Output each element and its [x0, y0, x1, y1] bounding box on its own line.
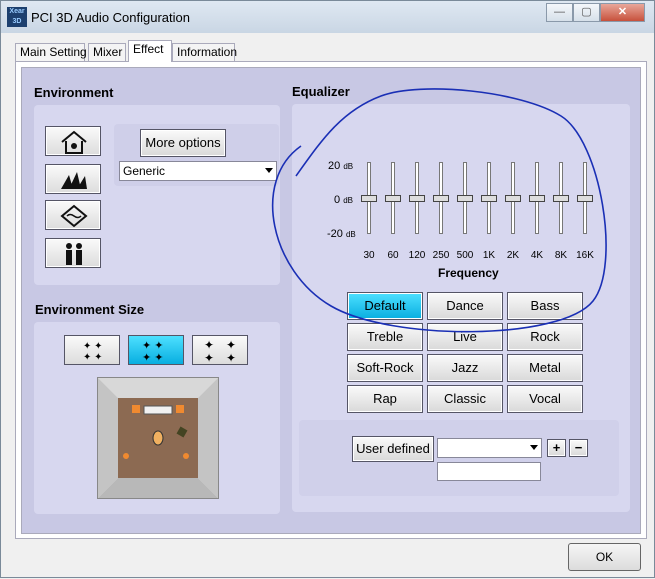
eq-slider-250[interactable] [432, 162, 450, 234]
user-defined-box [299, 420, 619, 496]
db-label-mid: 0 dB [334, 194, 353, 206]
eq-preset-soft-rock-button[interactable]: Soft-Rock [347, 354, 423, 382]
eq-frequency-1K: 1K [482, 250, 496, 261]
eq-slider-1K[interactable] [480, 162, 498, 234]
people-icon [66, 243, 82, 265]
environment-title: Environment [34, 85, 114, 100]
frequency-label: Frequency [438, 266, 499, 280]
eq-slider-thumb[interactable] [553, 195, 569, 202]
svg-text:✦ ✦: ✦ ✦ [142, 340, 164, 352]
user-defined-select[interactable] [437, 438, 542, 458]
environment-people-button[interactable] [45, 238, 101, 268]
environment-underwater-button[interactable] [45, 200, 101, 230]
environment-theater-button[interactable] [45, 164, 101, 194]
chevron-down-icon [530, 445, 538, 450]
size-large-icon: ✦ ✦✦ ✦ [204, 338, 236, 365]
svg-text:✦ ✦: ✦ ✦ [204, 338, 236, 352]
eq-preset-rock-button[interactable]: Rock [507, 323, 583, 351]
eq-slider-thumb[interactable] [481, 195, 497, 202]
eq-frequency-60: 60 [387, 250, 399, 261]
eq-frequency-250: 250 [432, 250, 450, 261]
water-wave-icon [60, 204, 88, 228]
environment-preset-value: Generic [123, 164, 166, 178]
remove-preset-button[interactable]: − [569, 439, 588, 457]
size-medium-icon: ✦ ✦✦ ✦ [142, 340, 164, 364]
tab-information[interactable]: Information [172, 43, 237, 62]
eq-preset-rap-button[interactable]: Rap [347, 385, 423, 413]
add-preset-button[interactable]: + [547, 439, 566, 457]
size-small-icon: ✦ ✦✦ ✦ [83, 341, 103, 363]
tab-effect[interactable]: Effect [128, 40, 172, 62]
title-bar: Xear 3D PCI 3D Audio Configuration — ▢ ✕ [1, 1, 654, 33]
eq-preset-vocal-button[interactable]: Vocal [507, 385, 583, 413]
eq-slider-4K[interactable] [528, 162, 546, 234]
maximize-button[interactable]: ▢ [573, 3, 600, 22]
window: Xear 3D PCI 3D Audio Configuration — ▢ ✕… [0, 0, 655, 578]
eq-slider-thumb[interactable] [361, 195, 377, 202]
room-illustration [98, 378, 218, 498]
eq-slider-8K[interactable] [552, 162, 570, 234]
equalizer-title: Equalizer [292, 84, 350, 99]
user-defined-button[interactable]: User defined [352, 436, 434, 462]
house-icon [61, 130, 87, 154]
size-small-button[interactable]: ✦ ✦ ✦ ✦ [64, 335, 120, 365]
room-preview [97, 377, 219, 499]
db-label-top: 20 dB [328, 160, 354, 172]
eq-slider-thumb[interactable] [505, 195, 521, 202]
db-label-bottom: -20 dB [327, 228, 356, 240]
eq-slider-30[interactable] [360, 162, 378, 234]
tab-main-setting[interactable]: Main Setting [15, 43, 87, 62]
eq-frequency-500: 500 [456, 250, 474, 261]
eq-frequency-8K: 8K [554, 250, 568, 261]
eq-slider-thumb[interactable] [385, 195, 401, 202]
svg-text:✦ ✦: ✦ ✦ [83, 341, 103, 352]
size-large-button[interactable]: ✦ ✦ ✦ ✦ [192, 335, 248, 365]
app-icon: Xear 3D [7, 7, 27, 27]
svg-text:✦ ✦: ✦ ✦ [204, 351, 236, 364]
close-button[interactable]: ✕ [600, 3, 645, 22]
eq-preset-dance-button[interactable]: Dance [427, 292, 503, 320]
size-medium-button[interactable]: ✦ ✦ ✦ ✦ [128, 335, 184, 365]
eq-preset-jazz-button[interactable]: Jazz [427, 354, 503, 382]
eq-preset-default-button[interactable]: Default [347, 292, 423, 320]
eq-slider-thumb[interactable] [529, 195, 545, 202]
eq-frequency-120: 120 [408, 250, 426, 261]
eq-slider-60[interactable] [384, 162, 402, 234]
minimize-button[interactable]: — [546, 3, 573, 22]
eq-frequency-2K: 2K [506, 250, 520, 261]
eq-preset-live-button[interactable]: Live [427, 323, 503, 351]
environment-size-title: Environment Size [35, 302, 145, 317]
eq-preset-treble-button[interactable]: Treble [347, 323, 423, 351]
environment-house-button[interactable] [45, 126, 101, 156]
opera-house-icon [61, 172, 87, 189]
environment-preset-select[interactable]: Generic [119, 161, 277, 181]
eq-slider-2K[interactable] [504, 162, 522, 234]
preset-name-input[interactable] [437, 462, 541, 481]
eq-slider-thumb[interactable] [433, 195, 449, 202]
svg-text:✦ ✦: ✦ ✦ [142, 352, 164, 364]
eq-preset-bass-button[interactable]: Bass [507, 292, 583, 320]
ok-button[interactable]: OK [568, 543, 641, 571]
eq-slider-16K[interactable] [576, 162, 594, 234]
eq-slider-thumb[interactable] [457, 195, 473, 202]
eq-slider-thumb[interactable] [409, 195, 425, 202]
tab-mixer[interactable]: Mixer [88, 43, 126, 62]
svg-text:✦ ✦: ✦ ✦ [83, 352, 103, 363]
eq-frequency-30: 30 [363, 250, 375, 261]
more-options-button[interactable]: More options [140, 129, 226, 157]
chevron-down-icon [265, 168, 273, 173]
eq-slider-120[interactable] [408, 162, 426, 234]
eq-frequency-4K: 4K [530, 250, 544, 261]
window-title: PCI 3D Audio Configuration [31, 10, 190, 25]
eq-slider-thumb[interactable] [577, 195, 593, 202]
eq-frequency-16K: 16K [576, 250, 594, 261]
eq-preset-classic-button[interactable]: Classic [427, 385, 503, 413]
eq-slider-500[interactable] [456, 162, 474, 234]
eq-preset-metal-button[interactable]: Metal [507, 354, 583, 382]
